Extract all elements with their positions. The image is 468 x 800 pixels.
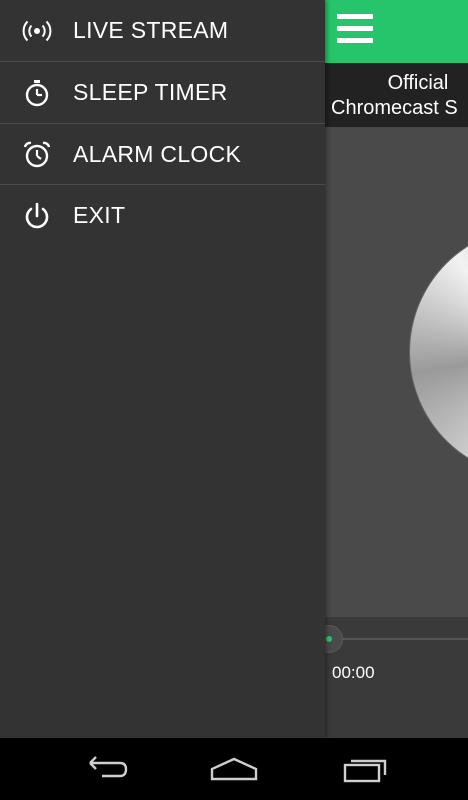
home-icon[interactable]: [206, 751, 262, 787]
current-time: 00:00: [332, 663, 375, 682]
player-controls: 00:00: [315, 617, 468, 738]
station-title-line-1: Official: [387, 72, 449, 94]
stopwatch-icon: [20, 76, 54, 110]
drawer-item-exit[interactable]: EXIT: [0, 185, 325, 246]
drawer-item-label: EXIT: [73, 202, 126, 228]
drawer-item-alarm-clock[interactable]: ALARM CLOCK: [0, 124, 325, 185]
hamburger-menu-icon[interactable]: [337, 14, 373, 48]
power-icon: [20, 199, 54, 233]
navigation-drawer: LIVE STREAM SLEEP TIMER ALARM CLOCK EXIT: [0, 0, 325, 738]
drawer-item-label: SLEEP TIMER: [73, 79, 228, 105]
recent-apps-icon[interactable]: [337, 751, 393, 787]
alarm-clock-icon: [20, 138, 54, 172]
album-art: [325, 127, 468, 617]
drawer-item-label: LIVE STREAM: [73, 17, 229, 43]
back-arrow-icon[interactable]: [76, 751, 132, 787]
seek-bar[interactable]: [325, 638, 468, 640]
drawer-item-label: ALARM CLOCK: [73, 141, 242, 167]
station-title-line-2: Chromecast S: [331, 97, 458, 119]
cd-disc-image: [410, 227, 468, 477]
broadcast-icon: [20, 14, 54, 48]
drawer-item-sleep-timer[interactable]: SLEEP TIMER: [0, 62, 325, 123]
drawer-item-live-stream[interactable]: LIVE STREAM: [0, 0, 325, 61]
system-navigation-bar: [0, 738, 468, 800]
